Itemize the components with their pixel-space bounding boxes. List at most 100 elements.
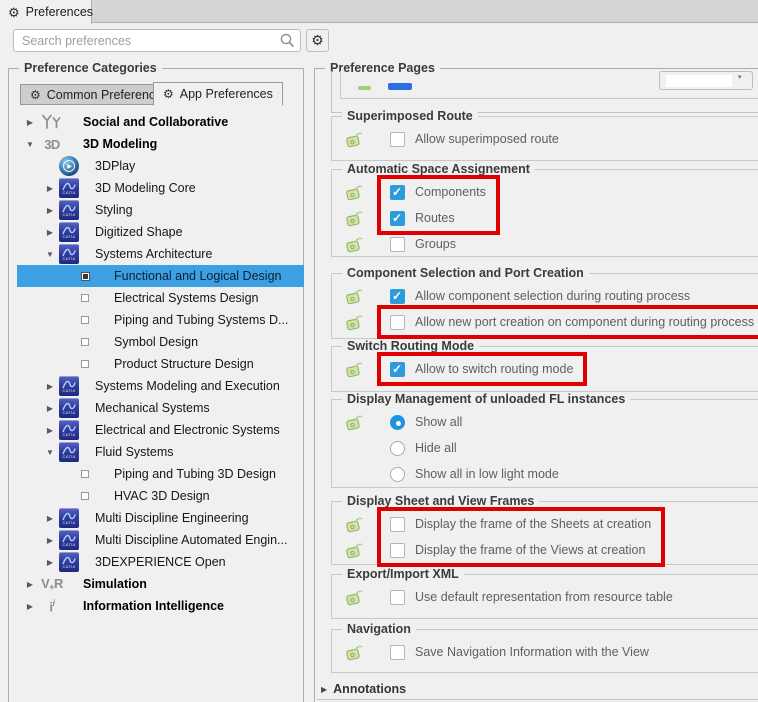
collapsed-arrow-icon[interactable]: ▶ [23, 580, 37, 589]
catia-app-icon: CATIA [57, 552, 81, 572]
collapsed-arrow-icon[interactable]: ▶ [23, 118, 37, 127]
tree-item-symbol-design[interactable]: Symbol Design [17, 331, 304, 353]
collapsed-arrow-icon[interactable]: ▶ [43, 514, 57, 523]
unlock-icon[interactable] [346, 237, 370, 252]
search-settings-button[interactable]: ⚙ [306, 29, 329, 52]
tree-item-3dplay[interactable]: ▶ 3DPlay [17, 155, 304, 177]
item-bullet-icon [81, 360, 89, 368]
tree-item-systems-modeling-and-execution[interactable]: ▶ CATIA Systems Modeling and Execution [17, 375, 304, 397]
unlock-icon[interactable] [346, 645, 370, 660]
tree-item-electrical-systems-design[interactable]: Electrical Systems Design [17, 287, 304, 309]
tree-item-hvac-3d-design[interactable]: HVAC 3D Design [17, 485, 304, 507]
search-input[interactable] [13, 29, 301, 52]
expanded-arrow-icon[interactable]: ▼ [43, 250, 57, 259]
checkbox-use-default-representation-from-resource-table[interactable] [390, 589, 405, 605]
item-bullet-icon [80, 271, 90, 281]
option-label: Display the frame of the Sheets at creat… [415, 517, 652, 531]
tree-item-styling[interactable]: ▶ CATIA Styling [17, 199, 304, 221]
tab-preferences[interactable]: ⚙ Preferences [0, 0, 93, 24]
radio-hide-all[interactable] [390, 440, 405, 456]
tree-item-digitized-shape[interactable]: ▶ CATIA Digitized Shape [17, 221, 304, 243]
group-display-management-of-unloaded-fl-instances: Display Management of unloaded FL instan… [331, 392, 758, 488]
tree-item-multi-discipline-automated-engin[interactable]: ▶ CATIA Multi Discipline Automated Engin..… [17, 529, 304, 551]
group-title: Component Selection and Port Creation [342, 266, 589, 280]
tree-item-label: Styling [95, 203, 133, 217]
collapsed-arrow-icon[interactable]: ▶ [43, 184, 57, 193]
tree-item-electrical-and-electronic-systems[interactable]: ▶ CATIA Electrical and Electronic Systems [17, 419, 304, 441]
item-bullet-icon [81, 316, 89, 324]
collapsed-arrow-icon[interactable]: ▶ [43, 206, 57, 215]
tree-item-label: 3D Modeling Core [95, 181, 196, 195]
unlock-icon[interactable] [346, 315, 370, 330]
unlock-icon[interactable] [346, 132, 370, 147]
option-row: Allow component selection during routing… [332, 283, 758, 309]
option-label: Display the frame of the Views at creati… [415, 543, 646, 557]
tree-item-functional-and-logical-design[interactable]: Functional and Logical Design [17, 265, 304, 287]
collapsed-arrow-icon[interactable]: ▶ [43, 558, 57, 567]
tree-item-mechanical-systems[interactable]: ▶ CATIA Mechanical Systems [17, 397, 304, 419]
unlock-icon[interactable] [346, 517, 370, 532]
expanded-arrow-icon[interactable]: ▼ [23, 140, 37, 149]
option-row: Groups [332, 231, 758, 257]
tree-item-piping-and-tubing-3d-design[interactable]: Piping and Tubing 3D Design [17, 463, 304, 485]
tree-item-label: HVAC 3D Design [114, 489, 210, 503]
unlock-icon[interactable] [346, 289, 370, 304]
collapsed-arrow-icon[interactable]: ▶ [321, 685, 327, 694]
checkbox-allow-new-port-creation-on-component-during-routing-process[interactable] [390, 314, 405, 330]
item-bullet-icon [81, 294, 89, 302]
tree-item-label: Systems Architecture [95, 247, 213, 261]
collapsed-arrow-icon[interactable]: ▶ [43, 228, 57, 237]
tree-item-product-structure-design[interactable]: Product Structure Design [17, 353, 304, 375]
unlock-icon[interactable] [346, 415, 370, 430]
radio-show-all[interactable] [390, 414, 405, 430]
group-title: Export/Import XML [342, 567, 464, 581]
item-bullet-icon [81, 492, 89, 500]
option-row: Allow new port creation on component dur… [332, 309, 758, 335]
option-row: Show all in low light mode [332, 461, 758, 487]
tree-item-multi-discipline-engineering[interactable]: ▶ CATIA Multi Discipline Engineering [17, 507, 304, 529]
3dplay-sphere-icon: ▶ [57, 156, 81, 176]
tree-item-systems-architecture[interactable]: ▼ CATIA Systems Architecture [17, 243, 304, 265]
checkbox-allow-to-switch-routing-mode[interactable] [390, 361, 405, 377]
checkbox-groups[interactable] [390, 236, 405, 252]
tree-item-fluid-systems[interactable]: ▼ CATIA Fluid Systems [17, 441, 304, 463]
tree-item-information-intelligence[interactable]: ▶ ii Information Intelligence [17, 595, 304, 617]
tab-app-preferences[interactable]: ⚙ App Preferences [153, 82, 283, 106]
group-navigation: Navigation Save Navigation Information wi… [331, 622, 758, 673]
option-label: Allow component selection during routing… [415, 289, 691, 303]
tree-item-3d-modeling[interactable]: ▼ 3D 3D Modeling [17, 133, 304, 155]
unlock-icon[interactable] [346, 185, 370, 200]
collapsed-arrow-icon[interactable]: ▶ [43, 536, 57, 545]
checkbox-routes[interactable] [390, 210, 405, 226]
collapsed-arrow-icon[interactable]: ▶ [43, 426, 57, 435]
tree-item-piping-and-tubing-systems-d[interactable]: Piping and Tubing Systems D... [17, 309, 304, 331]
expanded-arrow-icon[interactable]: ▼ [43, 448, 57, 457]
annotations-section-header[interactable]: ▶ Annotations [321, 682, 406, 696]
tree-item-3dexperience-open[interactable]: ▶ CATIA 3DEXPERIENCE Open [17, 551, 304, 573]
item-bullet-icon [81, 470, 89, 478]
unlock-icon[interactable] [346, 362, 370, 377]
option-row: Display the frame of the Views at creati… [332, 537, 758, 563]
checkbox-display-the-frame-of-the-views-at-creation[interactable] [390, 542, 405, 558]
checkbox-display-the-frame-of-the-sheets-at-creation[interactable] [390, 516, 405, 532]
checkbox-allow-component-selection-during-routing-process[interactable] [390, 288, 405, 304]
tree-item-label: Multi Discipline Engineering [95, 511, 249, 525]
social-people-icon [37, 114, 67, 130]
unlock-icon[interactable] [346, 543, 370, 558]
collapsed-arrow-icon[interactable]: ▶ [23, 602, 37, 611]
tree-item-3d-modeling-core[interactable]: ▶ CATIA 3D Modeling Core [17, 177, 304, 199]
unlock-icon[interactable] [346, 590, 370, 605]
collapsed-arrow-icon[interactable]: ▶ [43, 382, 57, 391]
checkbox-components[interactable] [390, 184, 405, 200]
gear-icon: ⚙ [163, 87, 174, 101]
ii-text-icon: ii [49, 597, 55, 615]
group-title: Switch Routing Mode [342, 339, 480, 353]
tree-item-label: Electrical Systems Design [114, 291, 259, 305]
tree-item-simulation[interactable]: ▶ V+R Simulation [17, 573, 304, 595]
radio-show-all-in-low-light-mode[interactable] [390, 466, 405, 482]
unlock-icon[interactable] [346, 211, 370, 226]
checkbox-allow-superimposed-route[interactable] [390, 131, 405, 147]
collapsed-arrow-icon[interactable]: ▶ [43, 404, 57, 413]
tree-item-social-and-collaborative[interactable]: ▶ Social and Collaborative [17, 111, 304, 133]
checkbox-save-navigation-information-with-the-view[interactable] [390, 644, 405, 660]
